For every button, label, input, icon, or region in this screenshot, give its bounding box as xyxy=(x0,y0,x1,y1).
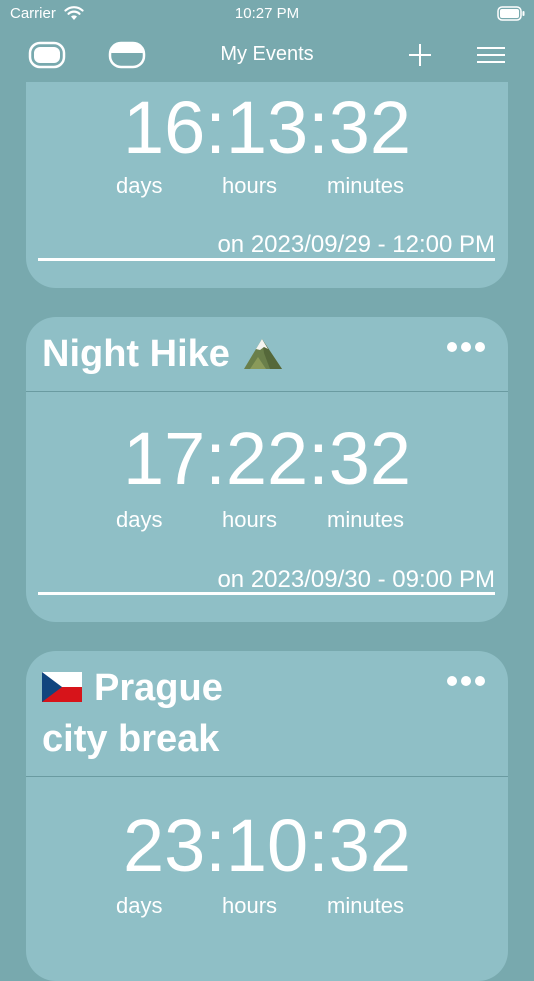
unit-hours-label: hours xyxy=(222,893,278,918)
event-title-line2: city break xyxy=(42,718,220,760)
card-header: Night Hike xyxy=(26,317,508,392)
unit-minutes-label: minutes xyxy=(327,173,405,198)
battery-icon xyxy=(497,6,525,21)
plus-icon xyxy=(409,44,431,66)
hamburger-icon xyxy=(477,47,505,63)
event-title-line1: Prague xyxy=(42,663,223,713)
unit-hours-label: hours xyxy=(222,507,278,532)
event-card[interactable]: Night Hike 17:22:32 days hours minutes o… xyxy=(26,317,508,622)
unit-days-label: days xyxy=(116,173,163,198)
unit-minutes-label: minutes xyxy=(327,893,405,918)
event-card[interactable]: Prague city break 23:10:32 days hours mi… xyxy=(26,651,508,981)
more-options-icon[interactable] xyxy=(446,673,486,689)
countdown-value: 17:22:32 xyxy=(122,417,412,500)
unit-minutes-label: minutes xyxy=(327,507,405,532)
more-options-icon[interactable] xyxy=(446,339,486,355)
event-date: on 2023/09/29 - 12:00 PM xyxy=(217,231,495,258)
status-bar: Carrier 10:27 PM xyxy=(0,0,534,30)
unit-days-label: days xyxy=(116,893,163,918)
countdown-value: 16:13:32 xyxy=(122,86,412,169)
add-event-button[interactable] xyxy=(400,38,440,72)
event-title-text: Night Hike xyxy=(42,333,230,375)
card-header: Prague city break xyxy=(26,651,508,777)
czech-flag-icon xyxy=(42,671,82,702)
mountain-icon xyxy=(243,338,282,369)
menu-button[interactable] xyxy=(468,38,514,72)
event-title: Night Hike xyxy=(42,329,284,379)
page-title: My Events xyxy=(220,43,314,65)
event-date: on 2023/09/30 - 09:00 PM xyxy=(217,566,495,593)
status-time: 10:27 PM xyxy=(234,5,300,22)
date-underline xyxy=(38,592,495,595)
navigation-bar: My Events xyxy=(0,30,534,82)
event-title-text: Prague xyxy=(94,667,223,709)
unit-hours-label: hours xyxy=(222,173,278,198)
date-underline xyxy=(38,258,495,261)
unit-days-label: days xyxy=(116,507,163,532)
countdown-value: 23:10:32 xyxy=(122,804,412,887)
